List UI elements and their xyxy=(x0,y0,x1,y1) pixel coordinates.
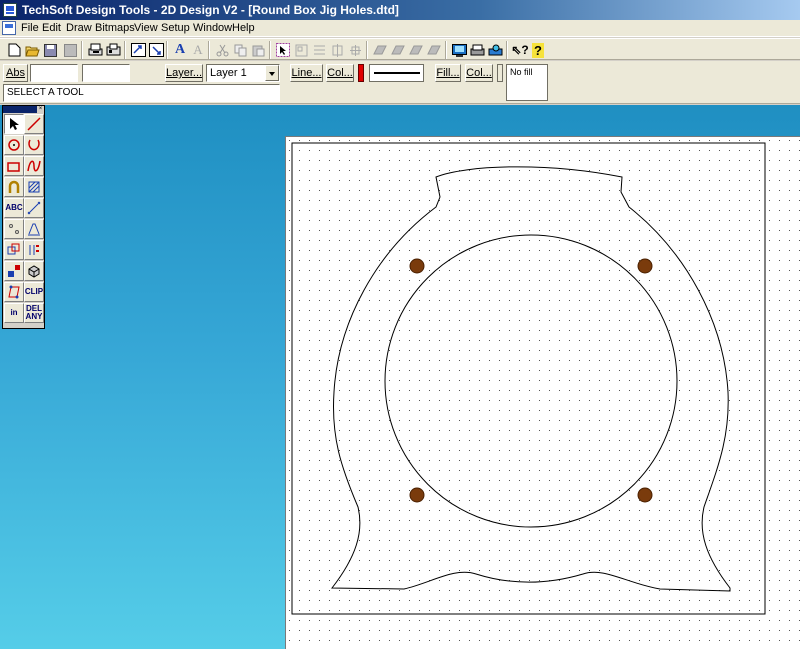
export-icon[interactable] xyxy=(129,41,147,59)
align-icon[interactable] xyxy=(310,41,328,59)
menu-help[interactable]: Help xyxy=(230,21,257,36)
print-icon[interactable] xyxy=(86,41,104,59)
menu-edit[interactable]: Edit xyxy=(40,21,63,36)
new-icon[interactable] xyxy=(5,41,23,59)
text-tool-label: ABC xyxy=(5,203,23,212)
line-tool-icon[interactable] xyxy=(24,114,44,134)
abs-button[interactable]: Abs xyxy=(3,64,28,82)
menu-view[interactable]: View xyxy=(132,21,160,36)
transform-tool-icon[interactable] xyxy=(24,219,44,239)
menu-window[interactable]: Window xyxy=(191,21,234,36)
fill-style-preview[interactable]: No fill xyxy=(506,64,548,101)
hole-bottom-left[interactable] xyxy=(409,487,425,503)
plotter-icon[interactable] xyxy=(486,41,504,59)
print-preview-icon[interactable] xyxy=(61,41,79,59)
fill-color-swatch xyxy=(497,64,503,82)
curve-tool-icon[interactable] xyxy=(24,156,44,176)
hole-bottom-right[interactable] xyxy=(637,487,653,503)
x-coordinate-input[interactable] xyxy=(30,64,78,82)
close-icon[interactable]: × xyxy=(37,106,44,113)
menu-draw[interactable]: Draw xyxy=(64,21,94,36)
select-all-icon[interactable] xyxy=(274,41,292,59)
fill-color-button[interactable]: Col... xyxy=(465,64,493,82)
drawing-sheet[interactable] xyxy=(285,136,800,649)
array-tool-icon[interactable] xyxy=(24,240,44,260)
status-prompt: SELECT A TOOL xyxy=(3,84,280,102)
screen-icon[interactable] xyxy=(450,41,468,59)
line-color-button[interactable]: Col... xyxy=(326,64,354,82)
layer-select[interactable]: Layer 1 xyxy=(206,64,280,82)
move-icon[interactable] xyxy=(346,41,364,59)
fill-style-label: No fill xyxy=(510,67,533,77)
fill-button[interactable]: Fill... xyxy=(435,64,461,82)
rotate-icon[interactable] xyxy=(425,41,443,59)
copy-transform-tool-icon[interactable] xyxy=(4,240,24,260)
document-icon[interactable] xyxy=(2,21,16,35)
delete-in-tool-icon[interactable]: in xyxy=(4,303,24,323)
line-color-swatch xyxy=(358,64,364,82)
flip-icon[interactable] xyxy=(407,41,425,59)
rectangle-tool-icon[interactable] xyxy=(4,156,24,176)
menu-bar: File Edit Draw Bitmaps View Setup Window… xyxy=(0,20,800,37)
chevron-down-icon[interactable] xyxy=(265,65,279,81)
property-bar: Abs Layer... Layer 1 Line... Col... Fill… xyxy=(0,61,800,104)
point-tool-icon[interactable] xyxy=(4,219,24,239)
cut-icon[interactable] xyxy=(213,41,231,59)
group-icon[interactable] xyxy=(292,41,310,59)
printer-icon[interactable] xyxy=(468,41,486,59)
distribute-icon[interactable] xyxy=(328,41,346,59)
text-tool-icon[interactable]: ABC xyxy=(4,198,24,218)
drawing-canvas[interactable] xyxy=(286,137,800,649)
grid-dots xyxy=(286,137,800,649)
send-back-icon[interactable] xyxy=(389,41,407,59)
copy-icon[interactable] xyxy=(231,41,249,59)
select-tool-icon[interactable] xyxy=(4,114,24,134)
edit-tool-icon[interactable] xyxy=(4,282,24,302)
paste-icon[interactable] xyxy=(249,41,267,59)
hatch-tool-icon[interactable] xyxy=(24,177,44,197)
clip-tool-icon[interactable]: CLIP xyxy=(24,282,44,302)
text-icon[interactable]: A xyxy=(189,41,207,59)
layer-button[interactable]: Layer... xyxy=(165,64,203,82)
delete-any-tool-icon[interactable]: DEL ANY xyxy=(24,303,44,323)
drawing-workspace[interactable]: × ABC CLIP in DEL ANY xyxy=(0,105,800,649)
window-title: TechSoft Design Tools - 2D Design V2 - [… xyxy=(22,3,399,17)
y-coordinate-input[interactable] xyxy=(82,64,130,82)
import-icon[interactable] xyxy=(104,41,122,59)
zoom-tool-icon[interactable] xyxy=(4,261,24,281)
fillet-tool-icon[interactable] xyxy=(4,177,24,197)
palette-titlebar[interactable]: × xyxy=(3,106,44,113)
menu-bitmaps[interactable]: Bitmaps xyxy=(93,21,137,36)
main-toolbar: A A ⇖? ? xyxy=(0,38,800,60)
bring-front-icon[interactable] xyxy=(371,41,389,59)
hole-top-left[interactable] xyxy=(409,258,425,274)
hole-top-right[interactable] xyxy=(637,258,653,274)
menu-setup[interactable]: Setup xyxy=(159,21,192,36)
text-style-icon[interactable]: A xyxy=(171,41,189,59)
tool-palette: × ABC CLIP in DEL ANY xyxy=(2,105,45,329)
line-style-preview[interactable] xyxy=(369,64,424,82)
app-icon[interactable] xyxy=(3,3,17,17)
save-icon[interactable] xyxy=(41,41,59,59)
context-help-icon[interactable]: ⇖? xyxy=(511,41,529,59)
dimension-tool-icon[interactable] xyxy=(24,198,44,218)
delete-in-tool-label: in xyxy=(10,308,18,317)
clip-tool-label: CLIP xyxy=(24,287,44,296)
help-icon[interactable]: ? xyxy=(529,41,547,59)
zoom-extents-icon[interactable] xyxy=(147,41,165,59)
delete-any-tool-label: DEL ANY xyxy=(25,304,43,321)
open-icon[interactable] xyxy=(23,41,41,59)
layer-value: Layer 1 xyxy=(210,67,247,79)
circle-tool-icon[interactable] xyxy=(4,135,24,155)
title-bar: TechSoft Design Tools - 2D Design V2 - [… xyxy=(0,0,800,20)
arc-tool-icon[interactable] xyxy=(24,135,44,155)
solid-tool-icon[interactable] xyxy=(24,261,44,281)
line-button[interactable]: Line... xyxy=(290,64,323,82)
menu-file[interactable]: File xyxy=(19,21,41,36)
